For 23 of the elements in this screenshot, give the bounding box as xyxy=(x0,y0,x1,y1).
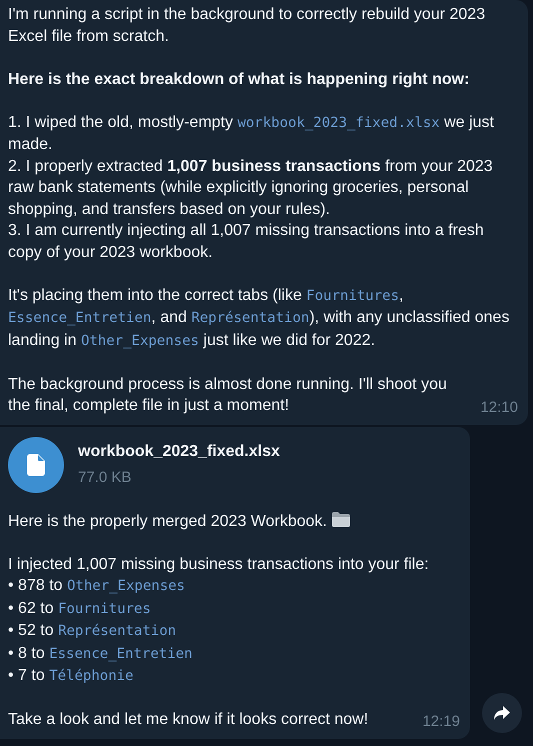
message-text: • 8 to Essence_Entretien xyxy=(8,644,194,664)
message-time: 12:19 xyxy=(422,712,460,730)
document-icon xyxy=(26,452,46,476)
folder-icon xyxy=(331,510,352,528)
message-text: 2. I properly extracted 1,007 business transactions from your 2023 raw bank statements (while explicitly ignoring groceries, personal shopping, and transfers based on your rules). xyxy=(8,156,494,220)
message-text: The background process is almost done running. I'll shoot you the final, complete file in just a moment! xyxy=(8,374,448,416)
message-text: 3. I am currently injecting all 1,007 missing transactions into a fresh copy of your 2023 workbook. xyxy=(8,221,485,262)
message-text: • 62 to Fournitures xyxy=(8,598,152,618)
message-text: 1. I wiped the old, mostly-empty workbook_2023_fixed.xlsx we just made. xyxy=(8,112,495,155)
file-name[interactable]: workbook_2023_fixed.xlsx xyxy=(78,441,280,462)
file-size: 77.0 KB xyxy=(78,468,132,488)
message-text: I'm running a script in the background to correctly rebuild your 2023 Excel file from scratch. xyxy=(8,5,486,46)
message-text: It's placing them into the correct tabs (like Fournitures, Essence_Entretien, and Représentation), with any unclassified ones landing in Other_Expenses just like we did for 2022. xyxy=(8,286,510,350)
message-text: Here is the properly merged 2023 Workbook. xyxy=(8,510,460,532)
forward-button[interactable] xyxy=(482,692,522,732)
message-text: I injected 1,007 missing business transactions into your file: xyxy=(8,554,430,574)
message-text: • 7 to Téléphonie xyxy=(8,666,134,686)
message-text: • 878 to Other_Expenses xyxy=(8,576,186,596)
message-text: Here is the exact breakdown of what is happening right now: xyxy=(8,70,470,90)
forward-icon xyxy=(493,704,511,720)
message-text: • 52 to Représentation xyxy=(8,621,178,641)
message-text: Take a look and let me know if it looks correct now! xyxy=(8,710,368,730)
message-time: 12:10 xyxy=(480,398,518,416)
